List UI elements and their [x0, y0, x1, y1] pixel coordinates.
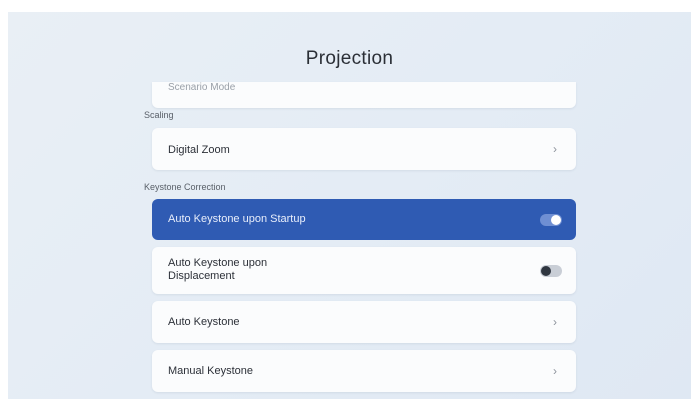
list-item-digital-zoom[interactable]: Digital Zoom › — [152, 128, 576, 170]
list-item-scenario-mode[interactable]: Scenario Mode — [152, 82, 576, 108]
list-item-manual-keystone[interactable]: Manual Keystone › — [152, 350, 576, 392]
list-item-auto-keystone-displacement[interactable]: Auto Keystone upon Displacement — [152, 247, 576, 294]
chevron-right-icon: › — [553, 364, 557, 378]
list-item-label: Scenario Mode — [168, 82, 236, 93]
toggle-switch-on[interactable] — [540, 213, 562, 226]
list-item-label: Auto Keystone — [168, 316, 240, 328]
list-item-label: Digital Zoom — [168, 144, 230, 156]
list-item-label: Auto Keystone upon Displacement — [168, 257, 268, 282]
toggle-switch-off[interactable] — [540, 264, 562, 277]
list-item-auto-keystone[interactable]: Auto Keystone › — [152, 301, 576, 343]
section-label-scaling: Scaling — [144, 110, 174, 120]
chevron-right-icon: › — [553, 142, 557, 156]
chevron-right-icon: › — [553, 315, 557, 329]
page-title: Projection — [305, 48, 394, 69]
toggle-knob — [551, 214, 561, 225]
projection-screen: Projection Scenario Mode Scaling Digital… — [8, 12, 691, 399]
list-item-label: Manual Keystone — [168, 365, 253, 377]
toggle-knob — [541, 265, 551, 276]
list-item-label: Auto Keystone upon Startup — [168, 213, 306, 225]
section-label-keystone-correction: Keystone Correction — [144, 182, 226, 192]
list-item-auto-keystone-startup[interactable]: Auto Keystone upon Startup — [152, 199, 576, 240]
